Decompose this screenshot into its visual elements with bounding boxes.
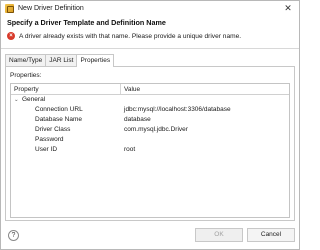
table-row[interactable]: Password: [11, 135, 289, 145]
table-row[interactable]: User ID root: [11, 145, 289, 155]
property-value[interactable]: database: [121, 115, 289, 125]
cancel-button[interactable]: Cancel: [247, 228, 295, 242]
property-name: Connection URL: [35, 106, 83, 113]
ok-button[interactable]: OK: [195, 228, 243, 242]
table-header: Property Value: [11, 84, 289, 95]
property-name: Database Name: [35, 116, 82, 123]
error-icon: ×: [7, 32, 15, 40]
tab-jar-list[interactable]: JAR List: [45, 54, 78, 66]
error-message-text: A driver already exists with that name. …: [19, 32, 242, 40]
button-bar: ? OK Cancel: [1, 223, 299, 249]
driver-definition-icon: [5, 3, 14, 13]
properties-panel: Properties: Property Value ⌄ General Con…: [5, 66, 295, 221]
chevron-down-icon[interactable]: ⌄: [14, 95, 20, 105]
properties-table[interactable]: Property Value ⌄ General Connection URL …: [10, 83, 290, 218]
tab-name-type[interactable]: Name/Type: [5, 54, 47, 66]
dialog-header: Specify a Driver Template and Definition…: [1, 15, 299, 49]
header-title: Specify a Driver Template and Definition…: [7, 18, 166, 27]
tab-properties[interactable]: Properties: [76, 54, 115, 67]
property-name: Driver Class: [35, 126, 71, 133]
property-value[interactable]: com.mysql.jdbc.Driver: [121, 125, 289, 135]
table-row[interactable]: Driver Class com.mysql.jdbc.Driver: [11, 125, 289, 135]
column-header-property[interactable]: Property: [11, 84, 121, 94]
property-name: User ID: [35, 146, 58, 153]
table-row[interactable]: Database Name database: [11, 115, 289, 125]
group-label: General: [22, 96, 46, 103]
title-bar: New Driver Definition ✕: [1, 1, 299, 15]
help-icon[interactable]: ?: [8, 230, 19, 241]
table-row[interactable]: Connection URL jdbc:mysql://localhost:33…: [11, 105, 289, 115]
error-message: × A driver already exists with that name…: [7, 32, 241, 40]
window-title: New Driver Definition: [18, 4, 84, 12]
property-value[interactable]: root: [121, 145, 289, 155]
column-header-value[interactable]: Value: [121, 84, 289, 94]
close-icon[interactable]: ✕: [283, 3, 293, 13]
tree-group-general[interactable]: ⌄ General: [11, 95, 289, 105]
properties-label: Properties:: [10, 72, 42, 79]
new-driver-definition-dialog: New Driver Definition ✕ Specify a Driver…: [0, 0, 300, 250]
property-name: Password: [35, 136, 64, 143]
property-value[interactable]: jdbc:mysql://localhost:3306/database: [121, 105, 289, 115]
